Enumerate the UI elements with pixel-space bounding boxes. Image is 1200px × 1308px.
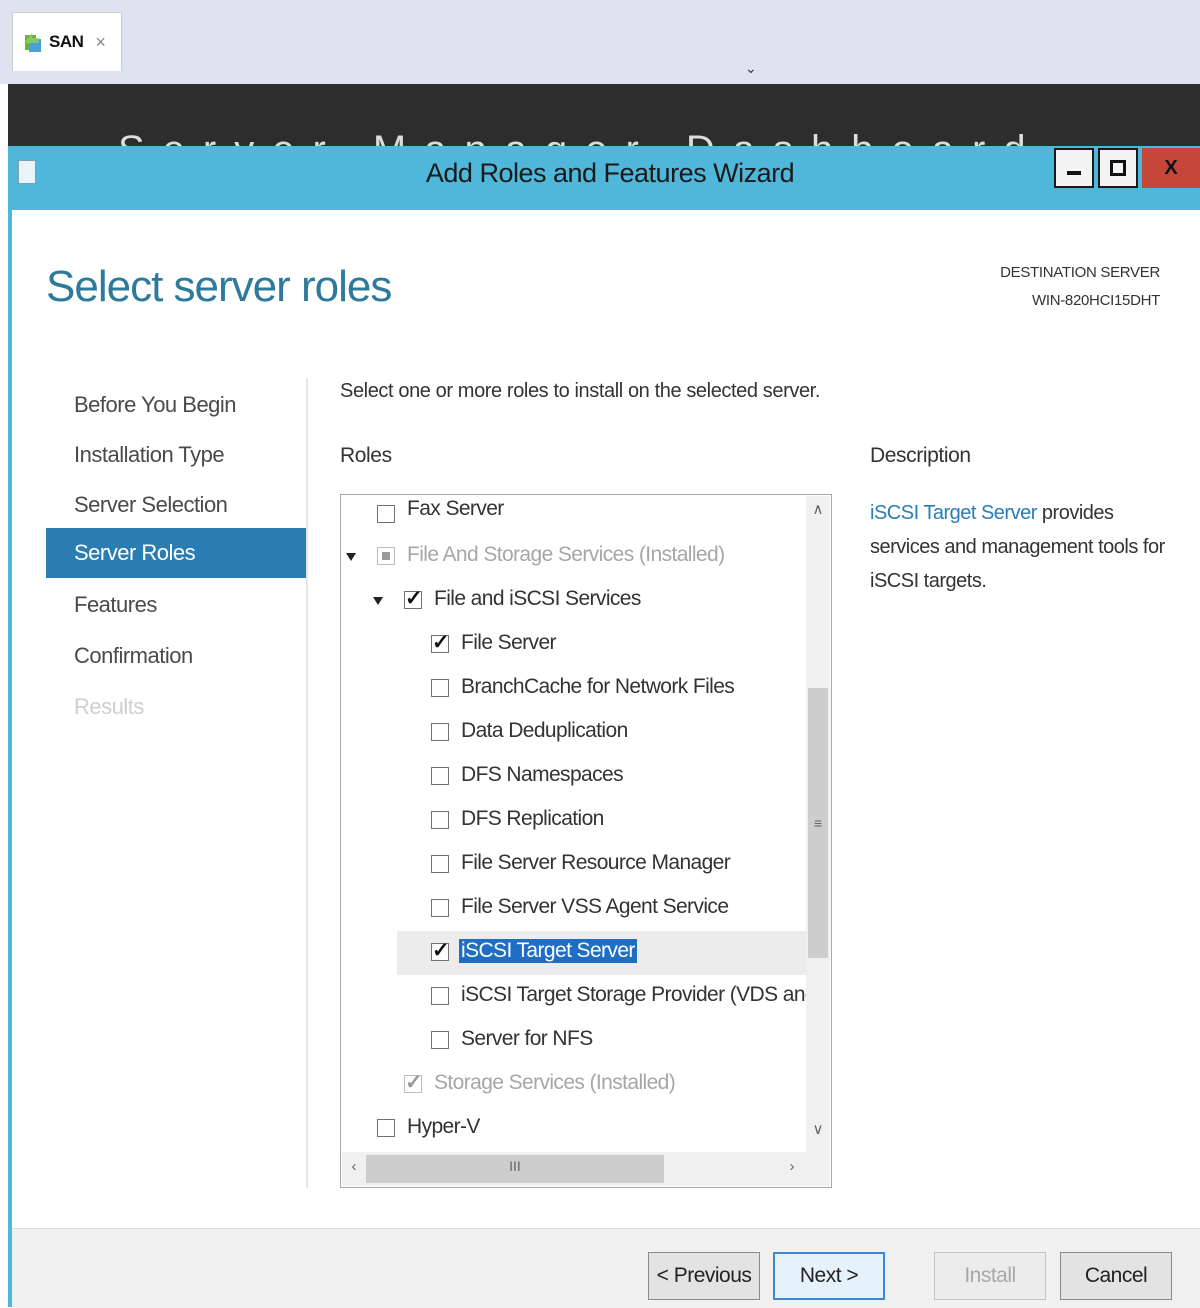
- role-row-dfs-replication[interactable]: DFS Replication: [341, 799, 807, 843]
- role-label: iSCSI Target Server: [459, 939, 637, 963]
- role-checkbox[interactable]: [431, 679, 449, 697]
- role-row-file-iscsi-services[interactable]: File and iSCSI Services: [341, 579, 807, 623]
- scrollbar-corner: [806, 1152, 830, 1186]
- role-row-data-deduplication[interactable]: Data Deduplication: [341, 711, 807, 755]
- roles-tree-viewport: Fax Server File And Storage Services (In…: [341, 495, 807, 1155]
- scroll-left-icon[interactable]: ‹: [344, 1158, 364, 1175]
- description-text: iSCSI Target Server provides services an…: [870, 496, 1180, 598]
- collapse-arrow-icon[interactable]: [346, 553, 356, 561]
- role-row-hyper-v[interactable]: Hyper-V: [341, 1107, 807, 1151]
- instruction-text: Select one or more roles to install on t…: [340, 380, 820, 403]
- wizard-title: Add Roles and Features Wizard: [0, 158, 1200, 189]
- role-label: DFS Namespaces: [461, 763, 623, 787]
- maximize-icon: [1110, 160, 1126, 176]
- nav-item-installation-type[interactable]: Installation Type: [46, 430, 306, 480]
- role-checkbox[interactable]: [377, 1119, 395, 1137]
- chevron-down-icon[interactable]: ⌄: [745, 60, 757, 77]
- previous-button[interactable]: < Previous: [648, 1252, 760, 1300]
- role-checkbox[interactable]: [404, 591, 422, 609]
- nav-item-features[interactable]: Features: [46, 580, 306, 630]
- role-row-branchcache[interactable]: BranchCache for Network Files: [341, 667, 807, 711]
- nav-item-server-roles[interactable]: Server Roles: [46, 528, 306, 578]
- role-row-iscsi-storage-provider[interactable]: iSCSI Target Storage Provider (VDS and V…: [341, 975, 807, 1019]
- next-button[interactable]: Next >: [773, 1252, 885, 1300]
- server-manager-header: Server Manager Dashboard: [8, 84, 1200, 146]
- role-label: Storage Services (Installed): [434, 1071, 675, 1095]
- role-checkbox[interactable]: [431, 855, 449, 873]
- role-row-file-server[interactable]: File Server: [341, 623, 807, 667]
- close-icon[interactable]: ×: [95, 32, 106, 53]
- nav-item-confirmation[interactable]: Confirmation: [46, 631, 306, 681]
- role-row-file-and-storage[interactable]: File And Storage Services (Installed): [341, 535, 807, 579]
- role-label: File Server Resource Manager: [461, 851, 730, 875]
- role-label: Data Deduplication: [461, 719, 628, 743]
- role-label: BranchCache for Network Files: [461, 675, 734, 699]
- role-checkbox[interactable]: [431, 723, 449, 741]
- description-header: Description: [870, 444, 971, 468]
- scroll-grip-icon: ≡: [812, 816, 824, 830]
- roles-tree[interactable]: Fax Server File And Storage Services (In…: [340, 494, 832, 1188]
- role-checkbox[interactable]: [431, 811, 449, 829]
- browser-tab-label: SAN: [49, 32, 83, 52]
- server-app-icon: [23, 31, 43, 53]
- role-label: File and iSCSI Services: [434, 587, 641, 611]
- close-window-button[interactable]: X: [1142, 148, 1200, 188]
- scroll-down-icon[interactable]: ∨: [806, 1120, 830, 1138]
- role-checkbox[interactable]: [431, 1031, 449, 1049]
- role-row-fax-server[interactable]: Fax Server: [341, 495, 807, 535]
- description-link[interactable]: iSCSI Target Server: [870, 502, 1037, 524]
- role-label: iSCSI Target Storage Provider (VDS and V…: [461, 983, 807, 1007]
- scroll-right-icon[interactable]: ›: [782, 1158, 802, 1175]
- role-label: File Server VSS Agent Service: [461, 895, 728, 919]
- role-label: File Server: [461, 631, 556, 655]
- nav-divider: [306, 378, 308, 1188]
- role-row-vss-agent[interactable]: File Server VSS Agent Service: [341, 887, 807, 931]
- nav-item-before-you-begin[interactable]: Before You Begin: [46, 380, 306, 430]
- scroll-up-icon[interactable]: ∧: [806, 500, 830, 518]
- browser-tab-san[interactable]: SAN ×: [12, 12, 122, 71]
- nav-item-results: Results: [46, 682, 306, 732]
- install-button: Install: [934, 1252, 1046, 1300]
- nav-item-server-selection[interactable]: Server Selection: [46, 480, 306, 530]
- destination-server-name: WIN-820HCI15DHT: [940, 292, 1160, 309]
- collapse-arrow-icon[interactable]: [373, 597, 383, 605]
- cancel-button[interactable]: Cancel: [1060, 1252, 1172, 1300]
- scroll-grip-icon: III: [505, 1158, 525, 1174]
- role-row-server-for-nfs[interactable]: Server for NFS: [341, 1019, 807, 1063]
- role-checkbox[interactable]: [431, 635, 449, 653]
- role-row-iscsi-target-server[interactable]: iSCSI Target Server: [397, 931, 807, 975]
- destination-server-label: DESTINATION SERVER: [940, 264, 1160, 281]
- role-checkbox[interactable]: [377, 505, 395, 523]
- minimize-button[interactable]: [1054, 148, 1094, 188]
- page-title: Select server roles: [46, 262, 391, 312]
- role-row-storage-services[interactable]: Storage Services (Installed): [341, 1063, 807, 1107]
- role-label: Server for NFS: [461, 1027, 593, 1051]
- role-row-dfs-namespaces[interactable]: DFS Namespaces: [341, 755, 807, 799]
- role-label: DFS Replication: [461, 807, 604, 831]
- minimize-icon: [1067, 171, 1081, 175]
- server-manager-title: Server Manager Dashboard: [118, 128, 1044, 146]
- role-checkbox[interactable]: [431, 943, 449, 961]
- role-checkbox[interactable]: [431, 987, 449, 1005]
- role-label: Hyper-V: [407, 1115, 480, 1139]
- maximize-button[interactable]: [1098, 148, 1138, 188]
- role-checkbox[interactable]: [404, 1075, 422, 1093]
- role-row-fsrm[interactable]: File Server Resource Manager: [341, 843, 807, 887]
- role-label: Fax Server: [407, 497, 504, 521]
- role-checkbox[interactable]: [377, 547, 395, 565]
- roles-header: Roles: [340, 444, 392, 468]
- browser-tab-strip: [0, 0, 1200, 84]
- role-label: File And Storage Services (Installed): [407, 543, 724, 567]
- role-checkbox[interactable]: [431, 767, 449, 785]
- role-checkbox[interactable]: [431, 899, 449, 917]
